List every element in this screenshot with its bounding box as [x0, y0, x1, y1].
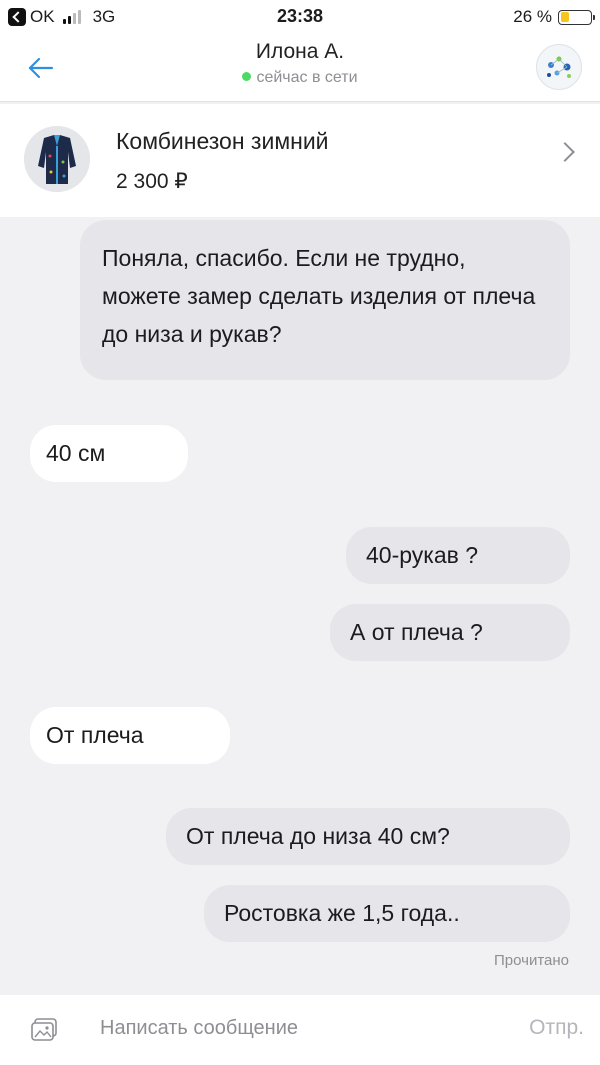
chevron-right-icon: [555, 142, 575, 162]
battery-percent: 26 %: [513, 7, 552, 26]
message-incoming[interactable]: От плеча: [30, 707, 230, 764]
photo-attach-icon[interactable]: [30, 1017, 58, 1043]
battery-icon: [558, 9, 595, 25]
product-card[interactable]: Комбинезон зимний 2 300 ₽: [0, 104, 600, 217]
message-outgoing[interactable]: Ростовка же 1,5 года..: [204, 885, 570, 942]
message-outgoing[interactable]: 40-рукав ?: [346, 527, 570, 584]
message-input[interactable]: [100, 1017, 480, 1040]
message-outgoing[interactable]: Поняла, спасибо. Если не трудно, можете …: [80, 220, 570, 380]
message-outgoing[interactable]: От плеча до низа 40 см?: [166, 808, 570, 865]
chat-header: Илона А. сейчас в сети: [0, 34, 600, 102]
message-outgoing[interactable]: А от плеча ?: [330, 604, 570, 661]
send-button[interactable]: Отпр.: [529, 1016, 584, 1040]
message-incoming[interactable]: 40 см: [30, 425, 188, 482]
status-bar: OK 3G 23:38 26 %: [0, 0, 600, 34]
product-thumbnail: [24, 126, 90, 192]
avatar[interactable]: [536, 44, 582, 90]
product-price: 2 300 ₽: [116, 170, 188, 193]
read-receipt: Прочитано: [494, 952, 569, 969]
avatar-image-icon: [547, 56, 571, 78]
jacket-image-icon: [24, 126, 90, 192]
presence-status: сейчас в сети: [0, 69, 600, 87]
message-composer: Отпр.: [0, 995, 600, 1065]
online-dot-icon: [242, 72, 252, 81]
product-title: Комбинезон зимний: [116, 128, 329, 154]
status-right: 26 %: [513, 7, 595, 27]
contact-name[interactable]: Илона А.: [0, 40, 600, 64]
presence-text: сейчас в сети: [256, 69, 358, 86]
clock: 23:38: [276, 6, 324, 26]
